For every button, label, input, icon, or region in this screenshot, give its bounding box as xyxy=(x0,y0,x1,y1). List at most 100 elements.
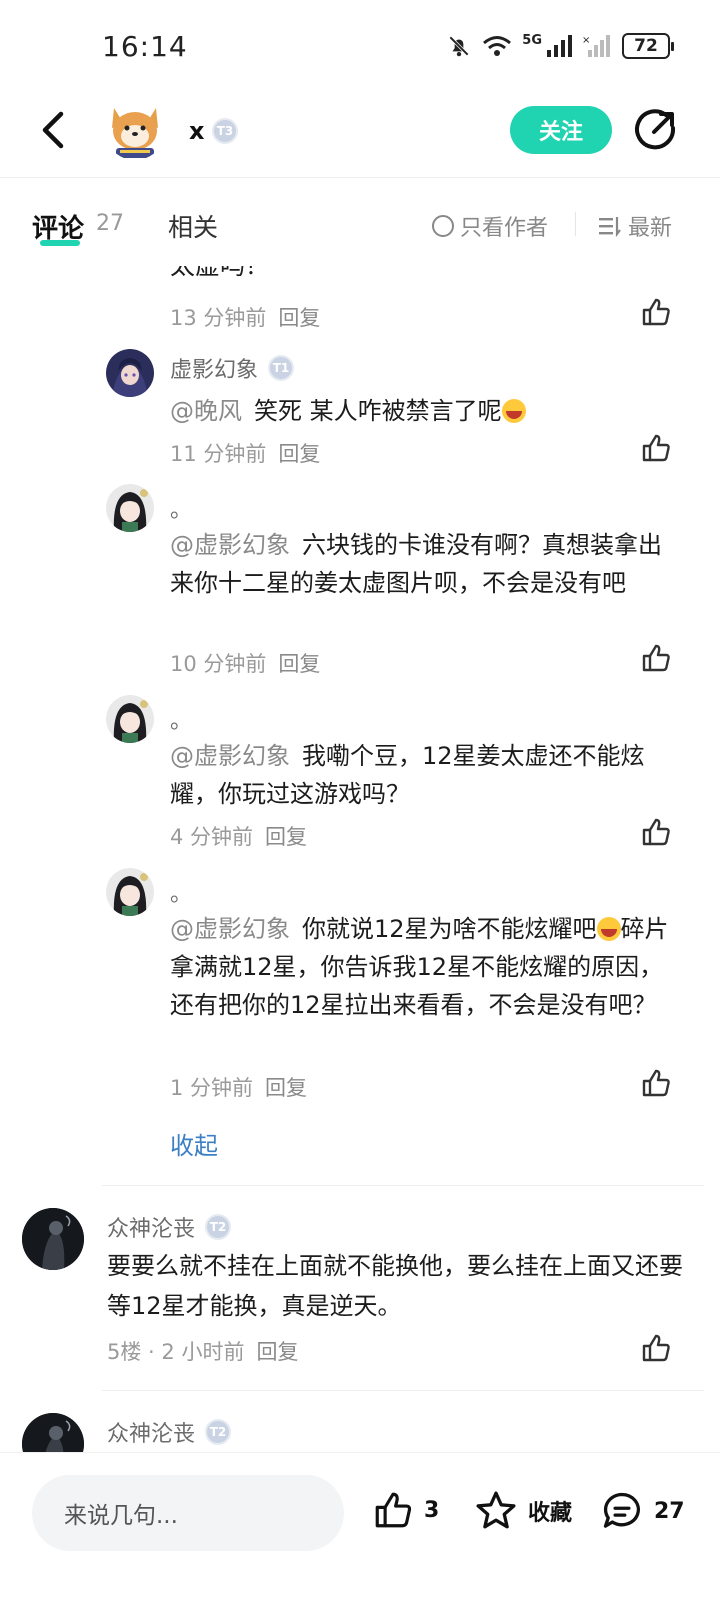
like-count: 3 xyxy=(424,1497,440,1523)
tab-active-indicator xyxy=(40,240,80,246)
reply-author: 。 xyxy=(170,703,192,735)
comment-input[interactable]: 来说几句... xyxy=(32,1475,344,1551)
collapse-replies-link[interactable]: 收起 xyxy=(170,1126,218,1161)
mention-link[interactable]: @晚风 xyxy=(170,397,242,425)
reply-button[interactable]: 回复 xyxy=(278,442,320,466)
status-time: 16:14 xyxy=(102,30,188,63)
network-type: 5G xyxy=(522,33,542,48)
comment-text: 要要么就不挂在上面就不能换他，要么挂在上面又还要等12星才能换，真是逆天。 xyxy=(107,1252,683,1320)
mention-link[interactable]: @虚影幻象 xyxy=(170,915,290,943)
signal-weak-icon: × xyxy=(582,35,610,57)
reply-author: 虚影幻象 T1 xyxy=(170,352,295,384)
anime-avatar-image xyxy=(106,349,154,397)
tab-comments-count: 27 xyxy=(96,211,124,236)
reply-button[interactable]: 回复 xyxy=(265,1076,307,1100)
back-button[interactable] xyxy=(30,108,74,152)
reply-body: 笑死 某人咋被禁言了呢 xyxy=(254,397,502,425)
like-post-button[interactable]: 3 xyxy=(372,1489,439,1531)
reply-avatar[interactable] xyxy=(106,695,154,743)
grin-emoji-icon xyxy=(501,399,526,423)
reply-text: @虚影幻象 你就说12星为啥不能炫耀吧 碎片拿满就12星，你告诉我12星不能炫耀的原… xyxy=(170,910,680,1024)
grin-emoji-icon xyxy=(596,917,621,941)
reply-time: 10 分钟前 xyxy=(170,652,267,676)
wifi-icon xyxy=(483,36,512,56)
comment-author-name[interactable]: 众神沦丧 xyxy=(107,1211,195,1243)
divider xyxy=(102,1185,704,1186)
meta-dot: · xyxy=(141,1340,162,1364)
sort-toggle[interactable]: 最新 xyxy=(598,210,672,242)
reply-meta: 4 分钟前 回复 xyxy=(170,821,307,851)
thumbs-up-icon[interactable] xyxy=(640,1067,672,1099)
only-author-toggle[interactable]: 只看作者 xyxy=(432,210,548,242)
level-badge: T1 xyxy=(268,355,295,381)
svg-text:×: × xyxy=(582,35,590,46)
girl-avatar-image xyxy=(106,695,154,743)
reply-avatar[interactable] xyxy=(106,868,154,916)
divider xyxy=(102,1390,704,1391)
reply-avatar[interactable] xyxy=(106,484,154,532)
comment-avatar[interactable] xyxy=(22,1208,84,1270)
status-icons: 5G × 72 xyxy=(446,33,674,59)
battery-indicator: 72 xyxy=(622,33,674,59)
reply-text: @虚影幻象 我嘞个豆，12星姜太虚还不能炫耀，你玩过这游戏吗？ xyxy=(170,737,680,813)
thumbs-up-icon[interactable] xyxy=(640,296,672,328)
reply-author-name[interactable]: 。 xyxy=(170,876,192,908)
reply-author-name[interactable]: 。 xyxy=(170,703,192,735)
comment-time: 2 小时前 xyxy=(161,1340,245,1364)
tab-divider xyxy=(575,212,576,236)
reply-author-name[interactable]: 。 xyxy=(170,492,192,524)
bottom-action-bar: 来说几句... 3 收藏 27 xyxy=(0,1452,720,1600)
share-icon xyxy=(635,109,676,150)
author-level-badge: T3 xyxy=(212,118,238,144)
comment-count: 27 xyxy=(654,1498,685,1524)
comment-meta: 5楼 · 2 小时前 回复 xyxy=(107,1336,298,1366)
collect-button[interactable]: 收藏 xyxy=(474,1489,572,1533)
reply-meta: 13 分钟前 回复 xyxy=(170,302,320,332)
chevron-left-icon xyxy=(42,111,64,149)
comment-author: 众神沦丧 T2 xyxy=(107,1211,232,1243)
level-badge: T2 xyxy=(205,1214,232,1240)
reply-meta: 1 分钟前 回复 xyxy=(170,1072,307,1102)
reply-item: 太虚吗？ xyxy=(0,250,720,340)
girl-avatar-image xyxy=(106,868,154,916)
mention-link[interactable]: @虚影幻象 xyxy=(170,531,290,559)
author-avatar[interactable] xyxy=(104,98,166,160)
reply-meta: 10 分钟前 回复 xyxy=(170,648,320,678)
shiba-avatar-image xyxy=(104,98,166,160)
reply-button[interactable]: 回复 xyxy=(265,825,307,849)
comment-bubble-icon xyxy=(603,1492,641,1528)
thumbs-up-icon[interactable] xyxy=(640,642,672,674)
girl-avatar-image xyxy=(106,484,154,532)
mention-link[interactable]: @虚影幻象 xyxy=(170,742,290,770)
comment-tabs: 评论 27 相关 只看作者 最新 xyxy=(0,200,720,250)
reply-author-name[interactable]: 虚影幻象 xyxy=(170,352,258,384)
sort-label: 最新 xyxy=(628,216,673,241)
share-button[interactable] xyxy=(634,108,678,152)
reply-text: 太虚吗？ xyxy=(170,251,271,280)
signal-icon xyxy=(547,35,572,57)
reply-button[interactable]: 回复 xyxy=(278,306,320,330)
reply-time: 4 分钟前 xyxy=(170,825,254,849)
comment-author-name[interactable]: 众神沦丧 xyxy=(107,1416,195,1448)
reply-author: 。 xyxy=(170,876,192,908)
reply-author: 。 xyxy=(170,492,192,524)
author-name[interactable]: x xyxy=(189,117,204,145)
comment-floor: 5楼 xyxy=(107,1340,142,1364)
thumbs-up-icon[interactable] xyxy=(640,432,672,464)
thumbs-up-icon[interactable] xyxy=(640,816,672,848)
comment-author: 众神沦丧 T2 xyxy=(107,1416,232,1448)
reply-avatar[interactable] xyxy=(106,349,154,397)
sort-lines-icon xyxy=(599,217,621,237)
reply-text: @晚风 笑死 某人咋被禁言了呢 xyxy=(170,392,680,430)
reply-button[interactable]: 回复 xyxy=(278,652,320,676)
radio-circle-icon xyxy=(432,215,454,237)
mute-bell-icon xyxy=(449,36,470,57)
comments-button[interactable]: 27 xyxy=(600,1489,685,1533)
tab-related[interactable]: 相关 xyxy=(168,208,218,244)
reply-button[interactable]: 回复 xyxy=(256,1340,298,1364)
reply-body: 你就说12星为啥不能炫耀吧 xyxy=(302,915,597,943)
status-bar: 16:14 5G × 72 xyxy=(0,0,720,90)
follow-button[interactable]: 关注 xyxy=(510,106,612,154)
reply-time: 11 分钟前 xyxy=(170,442,267,466)
thumbs-up-icon[interactable] xyxy=(640,1332,672,1364)
